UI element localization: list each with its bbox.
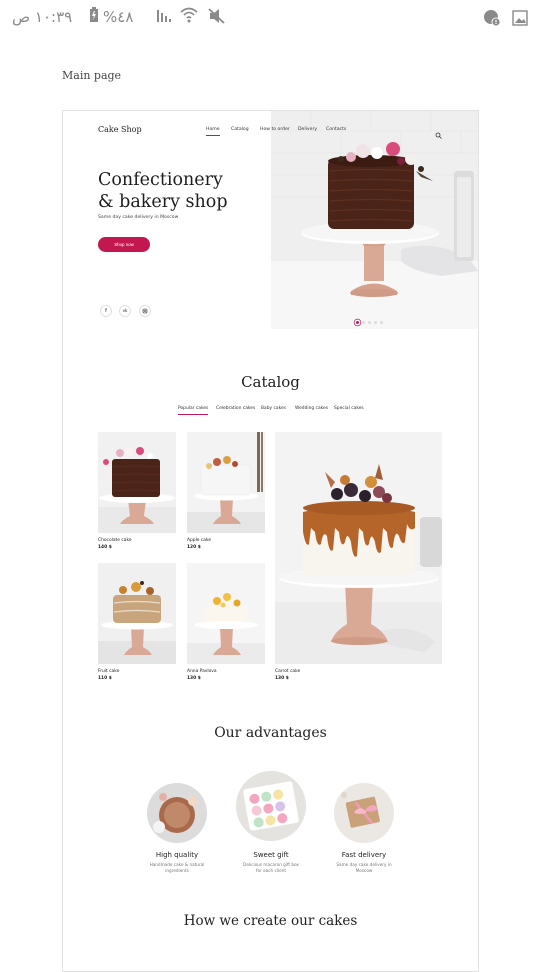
product-price: 110 $ (98, 676, 112, 681)
slider-dot[interactable] (362, 321, 365, 324)
signal-icon (156, 8, 174, 26)
advantages-title: Our advantages (214, 725, 327, 741)
instagram-icon[interactable] (139, 305, 151, 317)
battery-level: %٤٨ (103, 8, 134, 26)
nav-home[interactable]: Home (206, 127, 220, 136)
hero-subtitle: Same day cake delivery in Moscow (98, 215, 179, 220)
slider-dot[interactable] (368, 321, 371, 324)
vk-icon[interactable]: vk (119, 305, 131, 317)
product-price: 130 $ (187, 676, 201, 681)
advantage-title: Sweet gift (253, 851, 289, 859)
slider-dot[interactable] (356, 321, 359, 324)
wifi-icon (180, 7, 198, 27)
advantage-image-gift (236, 771, 306, 841)
design-frame[interactable]: Cake Shop Home Catalog How to order Deli… (62, 110, 479, 972)
hero-title: Confectionery & bakery shop (98, 170, 228, 212)
tab-special-cakes[interactable]: Special cakes (334, 406, 364, 411)
mute-icon (208, 8, 226, 28)
product-price: 130 $ (275, 676, 289, 681)
slider-dot[interactable] (380, 321, 383, 324)
screen-label: Main page (62, 69, 122, 82)
nav-catalog[interactable]: Catalog (231, 127, 249, 132)
product-image-anna-pavlova[interactable] (187, 563, 265, 664)
product-image-carrot-cake[interactable] (275, 432, 442, 664)
advantage-text: Handmade cake & natural ingredients (149, 862, 205, 873)
tab-celebration-cakes[interactable]: Celebration cakes (216, 406, 255, 411)
product-image-fruit-cake[interactable] (98, 563, 176, 664)
product-price: 120 $ (187, 545, 201, 550)
battery-icon (88, 7, 100, 27)
advantage-image-quality (147, 783, 207, 843)
alert-icon (483, 9, 501, 31)
product-name[interactable]: Fruit cake (98, 669, 119, 674)
status-bar: ١٠:٣٩ ص %٤٨ (0, 0, 540, 36)
shop-now-button[interactable]: Shop now (98, 237, 150, 252)
slider-dot[interactable] (374, 321, 377, 324)
product-image-chocolate-cake[interactable] (98, 432, 176, 533)
search-icon[interactable] (435, 124, 442, 139)
product-image-apple-cake[interactable] (187, 432, 265, 533)
tab-baby-cakes[interactable]: Baby cakes (261, 406, 286, 411)
hero-image (271, 111, 478, 329)
status-time: ١٠:٣٩ ص (12, 8, 73, 26)
product-name[interactable]: Anna Pavlova (187, 669, 217, 674)
advantage-text: Delicious macaron gift box for each clie… (243, 862, 299, 873)
facebook-icon[interactable]: f (100, 305, 112, 317)
advantage-text: Same day cake delivery in Moscow (336, 862, 392, 873)
tab-wedding-cakes[interactable]: Wedding cakes (295, 406, 328, 411)
advantage-image-delivery (334, 783, 394, 843)
hero-slider-dots[interactable] (356, 309, 386, 328)
product-name[interactable]: Carrot cake (275, 669, 300, 674)
product-price: 140 $ (98, 545, 112, 550)
product-name[interactable]: Apple cake (187, 538, 211, 543)
nav-delivery[interactable]: Delivery (298, 127, 317, 132)
tab-popular-cakes[interactable]: Popular cakes (178, 406, 209, 415)
how-we-create-title: How we create our cakes (183, 913, 358, 929)
nav-contacts[interactable]: Contacts (326, 127, 346, 132)
site-logo[interactable]: Cake Shop (98, 125, 142, 134)
advantage-title: High quality (155, 851, 199, 859)
nav-how-to-order[interactable]: How to order (260, 127, 290, 132)
catalog-title: Catalog (241, 373, 300, 391)
advantage-title: Fast delivery (341, 851, 387, 859)
image-icon (512, 10, 528, 30)
product-name[interactable]: Chocolate cake (98, 538, 132, 543)
